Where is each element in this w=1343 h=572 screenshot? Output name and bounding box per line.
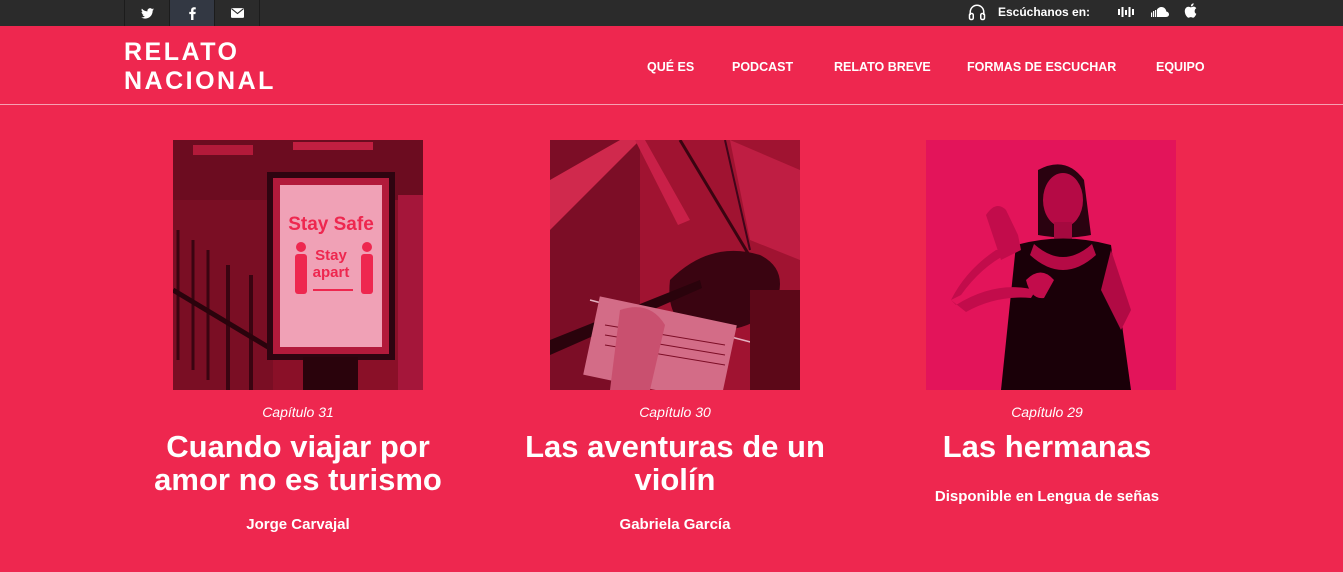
soundcloud-link[interactable] xyxy=(1150,5,1169,23)
card-title-29-line1: Las hermanas xyxy=(942,429,1152,464)
card-title-31-line2: amor no es turismo xyxy=(154,462,442,497)
logo[interactable]: RELATO NACIONAL xyxy=(124,38,276,96)
card-chapter-30: Capítulo 30 xyxy=(639,404,711,420)
card-author-30: Gabriela García xyxy=(619,516,731,533)
facebook-link[interactable] xyxy=(169,0,214,26)
spotify-icon xyxy=(1118,7,1134,17)
card-image-capitulo-29[interactable] xyxy=(926,140,1176,390)
facebook-icon xyxy=(188,6,196,20)
logo-line1: RELATO xyxy=(124,38,240,66)
top-bar: Escúchanos en: xyxy=(0,0,1343,26)
card-author-31: Jorge Carvajal xyxy=(246,516,350,533)
card-title-30[interactable]: Las aventuras de un violín xyxy=(510,430,840,496)
listen-label: Escúchanos en: xyxy=(998,5,1091,19)
violin-photo xyxy=(550,140,800,390)
nav-que-es[interactable]: QUÉ ES xyxy=(647,60,694,74)
sign-text-apart: apart xyxy=(313,264,350,281)
nav-equipo[interactable]: EQUIPO xyxy=(1156,60,1205,74)
twitter-link[interactable] xyxy=(124,0,169,26)
card-title-29[interactable]: Las hermanas xyxy=(882,430,1212,463)
spotify-link[interactable] xyxy=(1118,5,1135,24)
logo-line2: NACIONAL xyxy=(124,67,276,95)
nav-relato-breve[interactable]: RELATO BREVE xyxy=(834,60,931,74)
mail-icon xyxy=(230,8,244,18)
nav-formas-de-escuchar[interactable]: FORMAS DE ESCUCHAR xyxy=(967,60,1116,74)
card-image-capitulo-30[interactable] xyxy=(550,140,800,390)
nav-podcast[interactable]: PODCAST xyxy=(732,60,793,74)
card-chapter-29: Capítulo 29 xyxy=(1011,404,1083,420)
headphones-icon xyxy=(968,4,986,21)
site-header: RELATO NACIONAL QUÉ ES PODCAST RELATO BR… xyxy=(0,26,1343,105)
card-title-31[interactable]: Cuando viajar por amor no es turismo xyxy=(133,430,463,496)
card-title-30-line2: violín xyxy=(634,462,716,497)
sign-text-stay-safe: Stay Safe xyxy=(288,214,374,235)
stay-safe-photo: Stay Safe Stay apart xyxy=(173,140,423,390)
card-title-31-line1: Cuando viajar por xyxy=(166,429,430,464)
sign-text-stay: Stay xyxy=(315,247,347,264)
card-chapter-31: Capítulo 31 xyxy=(262,404,334,420)
card-subtitle-29: Disponible en Lengua de señas xyxy=(934,488,1160,505)
card-image-capitulo-31[interactable]: Stay Safe Stay apart xyxy=(173,140,423,390)
mail-link[interactable] xyxy=(214,0,259,26)
card-title-30-line1: Las aventuras de un xyxy=(525,429,825,464)
apple-icon xyxy=(1184,3,1197,18)
divider xyxy=(259,0,260,26)
soundcloud-icon xyxy=(1151,7,1169,17)
twitter-icon xyxy=(140,7,154,19)
sign-language-photo xyxy=(926,140,1176,390)
apple-link[interactable] xyxy=(1184,3,1197,23)
